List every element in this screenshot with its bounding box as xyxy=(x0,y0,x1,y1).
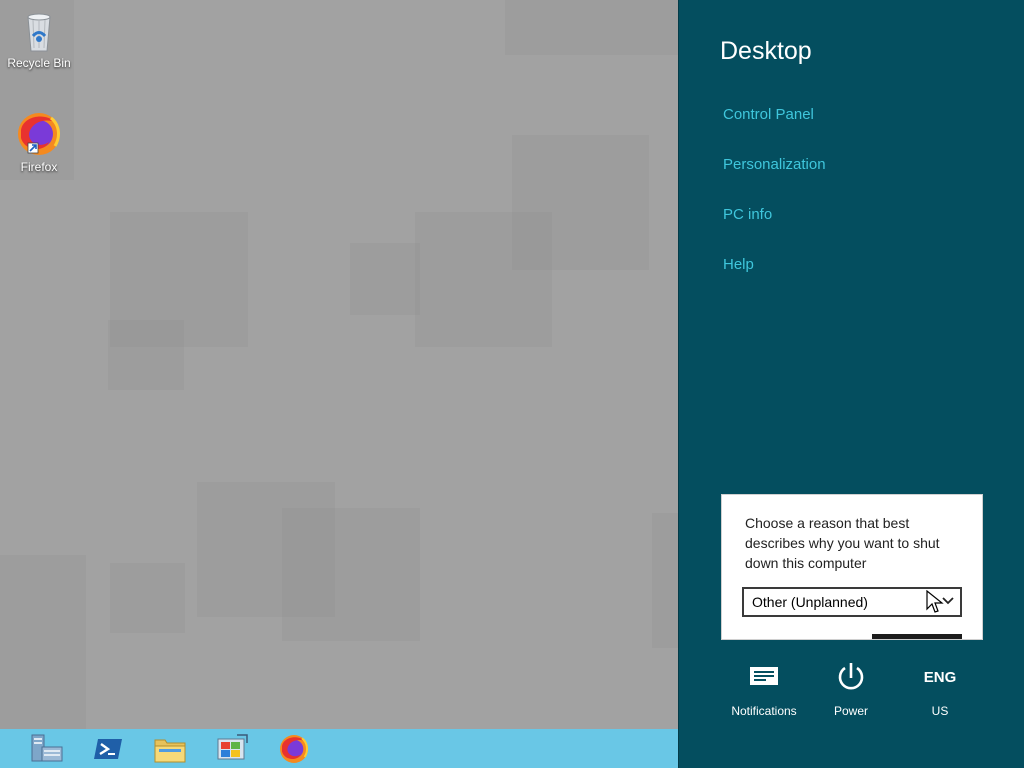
power-label: Power xyxy=(833,704,868,718)
firefox-icon xyxy=(18,113,60,155)
background-tile xyxy=(110,563,185,633)
shutdown-reason-value: Other (Unplanned) xyxy=(752,594,868,610)
taskbar-server-manager[interactable] xyxy=(20,731,72,766)
charms-link-personalization[interactable]: Personalization xyxy=(723,156,826,173)
notifications-label: Notifications xyxy=(731,704,797,718)
charms-link-control-panel[interactable]: Control Panel xyxy=(723,106,814,123)
desktop-icon-recycle-bin[interactable]: Recycle Bin xyxy=(2,6,76,70)
background-tile xyxy=(0,555,86,729)
file-explorer-icon xyxy=(154,739,186,762)
notifications-button[interactable]: Notifications xyxy=(719,660,809,718)
charms-link-pc-info[interactable]: PC info xyxy=(723,206,772,223)
background-tile xyxy=(505,0,678,55)
server-manager-icon xyxy=(31,734,63,761)
taskbar xyxy=(0,729,678,768)
taskbar-powershell[interactable] xyxy=(82,731,134,766)
continue-button-partial[interactable] xyxy=(872,634,962,639)
desktop-icon-firefox[interactable]: Firefox xyxy=(2,110,76,174)
charms-title: Desktop xyxy=(720,37,812,65)
notifications-icon xyxy=(750,667,778,685)
recycle-bin-icon xyxy=(27,13,51,52)
shutdown-reason-dropdown[interactable]: Other (Unplanned) xyxy=(742,587,962,617)
taskbar-file-explorer[interactable] xyxy=(144,731,196,766)
power-icon xyxy=(838,663,864,690)
taskbar-system-window[interactable] xyxy=(206,731,258,766)
language-region: US xyxy=(931,704,949,718)
background-tile xyxy=(350,243,420,315)
charms-link-help[interactable]: Help xyxy=(723,256,754,273)
recycle-bin-label: Recycle Bin xyxy=(7,56,71,70)
shutdown-reason-dialog: Choose a reason that best describes why … xyxy=(721,494,983,640)
system-window-icon xyxy=(217,733,248,759)
firefox-label: Firefox xyxy=(20,160,58,174)
desktop-background: Recycle Bin Firefox xyxy=(0,0,678,729)
background-tile xyxy=(282,508,420,641)
powershell-icon xyxy=(94,738,122,759)
language-button[interactable]: ENG US xyxy=(895,660,985,718)
background-tile xyxy=(108,320,184,390)
firefox-icon xyxy=(280,734,308,763)
power-button[interactable]: Power xyxy=(806,660,896,718)
shutdown-reason-prompt: Choose a reason that best describes why … xyxy=(745,515,940,571)
language-code: ENG xyxy=(923,669,957,686)
background-tile xyxy=(512,135,649,270)
background-tile xyxy=(652,513,678,648)
charms-pane: Desktop Control Panel Personalization PC… xyxy=(678,0,1024,768)
chevron-down-icon xyxy=(942,597,954,605)
taskbar-firefox[interactable] xyxy=(268,731,320,766)
